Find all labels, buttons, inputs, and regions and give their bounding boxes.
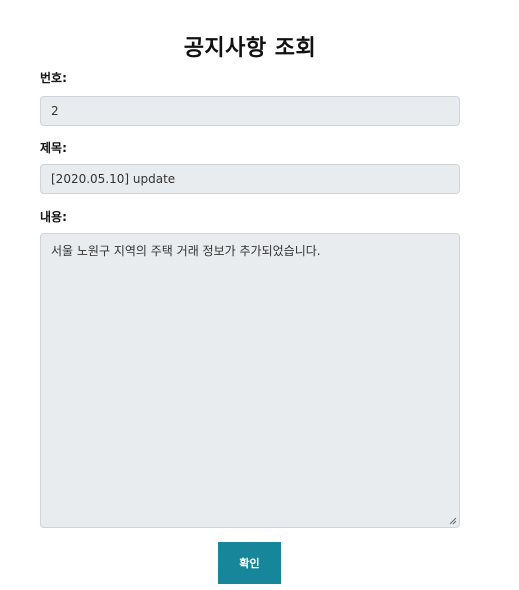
subject-label: 제목: (40, 141, 67, 155)
content-label: 내용: (40, 210, 67, 224)
resize-handle-icon[interactable] (449, 517, 457, 525)
confirm-button[interactable]: 확인 (218, 542, 281, 584)
subject-field[interactable]: [2020.05.10] update (40, 164, 460, 194)
page-title: 공지사항 조회 (183, 36, 317, 61)
content-value: 서울 노원구 지역의 주택 거래 정보가 추가되었습니다. (51, 244, 321, 258)
number-field[interactable]: 2 (40, 96, 460, 126)
subject-value: [2020.05.10] update (51, 172, 176, 186)
number-value: 2 (51, 104, 59, 118)
content-textarea[interactable]: 서울 노원구 지역의 주택 거래 정보가 추가되었습니다. (40, 233, 460, 528)
number-label: 번호: (40, 71, 67, 85)
